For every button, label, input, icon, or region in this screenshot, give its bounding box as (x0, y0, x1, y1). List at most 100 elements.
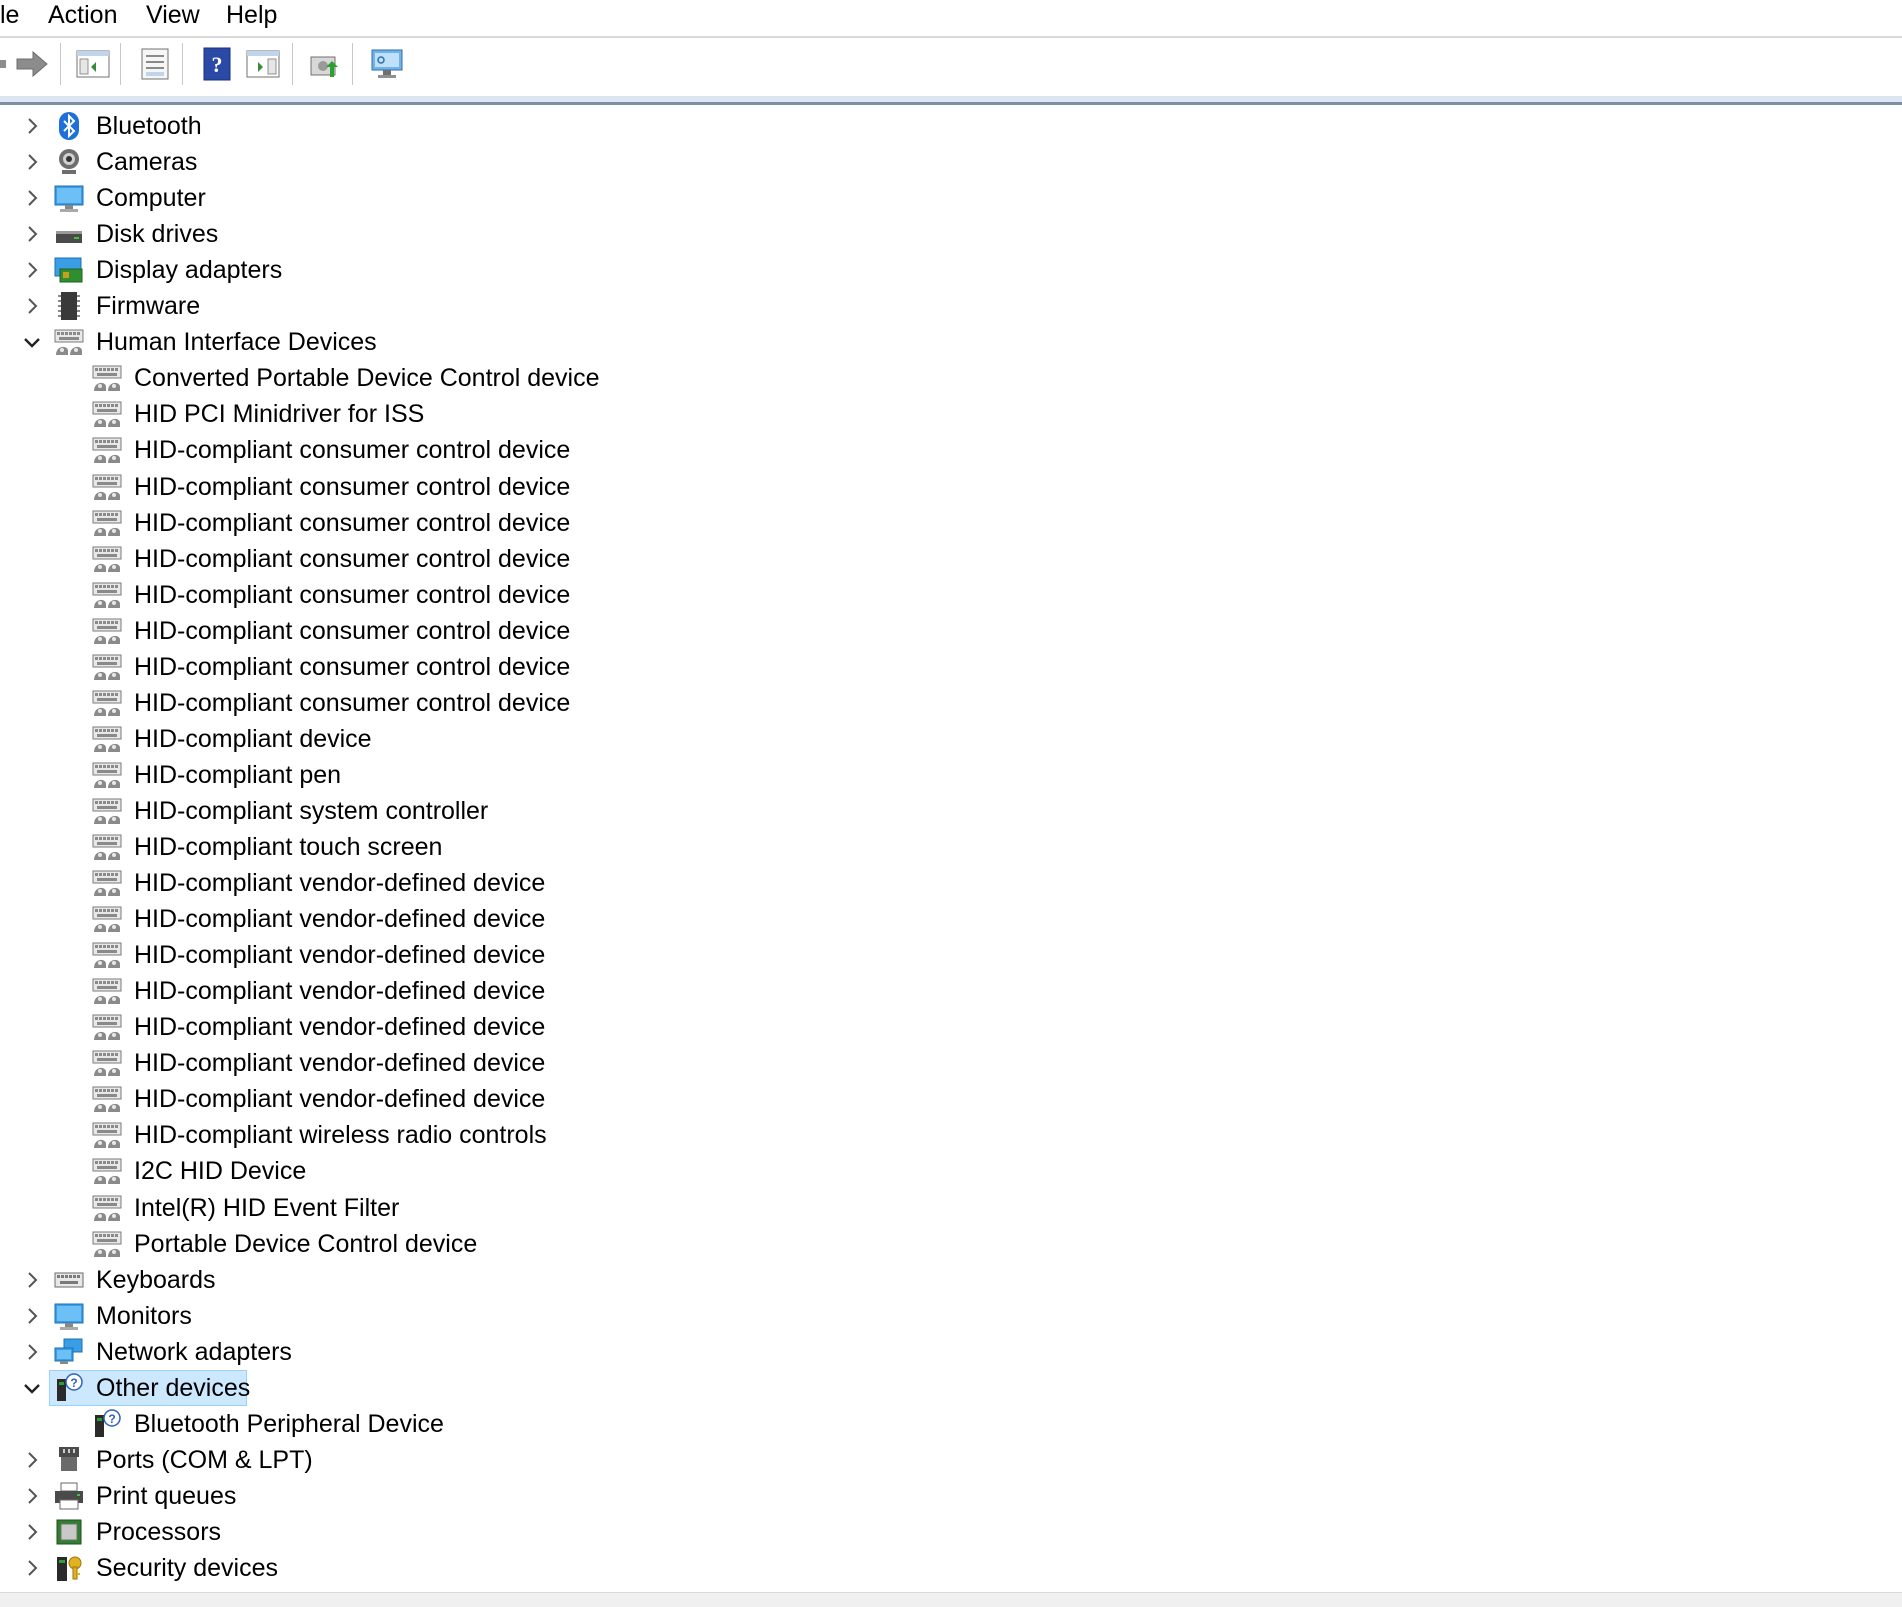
menu-help[interactable]: Help (226, 0, 277, 34)
show-hide-console-tree-icon[interactable] (72, 43, 114, 85)
tree-device[interactable]: HID-compliant consumer control device (0, 432, 1902, 468)
tree-device[interactable]: HID-compliant consumer control device (0, 541, 1902, 577)
tree-device[interactable]: HID-compliant device (0, 721, 1902, 757)
tree-item-label: Firmware (96, 292, 201, 320)
tree-device[interactable]: Intel(R) HID Event Filter (0, 1190, 1902, 1226)
tree-category[interactable]: ? Other devices (0, 1370, 1902, 1406)
tree-device[interactable]: Converted Portable Device Control device (0, 360, 1902, 396)
chevron-right-icon[interactable] (20, 1556, 44, 1580)
tree-device[interactable]: HID-compliant vendor-defined device (0, 1081, 1902, 1117)
tree-item-label: HID-compliant consumer control device (134, 617, 571, 645)
menu-bar: le Action View Help (0, 0, 1902, 38)
hid-icon (92, 616, 122, 646)
tree-category[interactable]: Computer (0, 180, 1902, 216)
update-driver-icon[interactable] (304, 43, 346, 85)
tree-item-label: HID-compliant vendor-defined device (134, 941, 546, 969)
chevron-right-icon[interactable] (20, 294, 44, 318)
status-bar (0, 1592, 1902, 1607)
tree-device[interactable]: HID-compliant consumer control device (0, 613, 1902, 649)
tree-device[interactable]: HID-compliant vendor-defined device (0, 865, 1902, 901)
chevron-right-icon[interactable] (20, 114, 44, 138)
tree-item-label: HID PCI Minidriver for ISS (134, 400, 425, 428)
tree-item-label: HID-compliant vendor-defined device (134, 1013, 546, 1041)
tree-device[interactable]: HID-compliant consumer control device (0, 505, 1902, 541)
tree-device[interactable]: HID-compliant touch screen (0, 829, 1902, 865)
tree-device[interactable]: ? Bluetooth Peripheral Device (0, 1406, 1902, 1442)
svg-text:?: ? (70, 1376, 77, 1390)
tree-device[interactable]: HID-compliant consumer control device (0, 685, 1902, 721)
chevron-right-icon[interactable] (20, 1520, 44, 1544)
chevron-right-icon[interactable] (20, 150, 44, 174)
tree-item-label: Security devices (96, 1554, 279, 1582)
hid-icon (92, 1120, 122, 1150)
hid-icon (92, 976, 122, 1006)
tree-item-label: Portable Device Control device (134, 1230, 478, 1258)
printer-icon (54, 1481, 84, 1511)
scan-hardware-icon[interactable] (366, 43, 408, 85)
tree-item-label: HID-compliant consumer control device (134, 436, 571, 464)
tree-device[interactable]: HID-compliant system controller (0, 793, 1902, 829)
help-icon[interactable]: ? (196, 43, 238, 85)
hid-icon (92, 1229, 122, 1259)
tree-item-label: Processors (96, 1518, 222, 1546)
tree-device[interactable]: HID-compliant vendor-defined device (0, 973, 1902, 1009)
unknown-device-icon: ? (54, 1373, 84, 1403)
firmware-icon (54, 291, 84, 321)
tree-item-label: Keyboards (96, 1266, 216, 1294)
tree-device[interactable]: I2C HID Device (0, 1153, 1902, 1189)
tree-category[interactable]: Disk drives (0, 216, 1902, 252)
tree-category[interactable]: Monitors (0, 1298, 1902, 1334)
chevron-right-icon[interactable] (20, 186, 44, 210)
tree-device[interactable]: HID-compliant wireless radio controls (0, 1117, 1902, 1153)
tree-category[interactable]: Ports (COM & LPT) (0, 1442, 1902, 1478)
tree-device[interactable]: HID-compliant pen (0, 757, 1902, 793)
chevron-right-icon[interactable] (20, 1448, 44, 1472)
tree-category[interactable]: Display adapters (0, 252, 1902, 288)
tree-item-label: HID-compliant consumer control device (134, 653, 571, 681)
tree-category[interactable]: Human Interface Devices (0, 324, 1902, 360)
tree-item-label: HID-compliant consumer control device (134, 581, 571, 609)
tree-category[interactable]: Security devices (0, 1550, 1902, 1586)
forward-arrow-icon[interactable] (12, 43, 54, 85)
chevron-right-icon[interactable] (20, 1340, 44, 1364)
tree-device[interactable]: HID-compliant consumer control device (0, 469, 1902, 505)
action-pane-icon[interactable] (242, 43, 284, 85)
hid-icon (54, 327, 84, 357)
chevron-right-icon[interactable] (20, 1304, 44, 1328)
hid-icon (92, 435, 122, 465)
tree-category[interactable]: Processors (0, 1514, 1902, 1550)
menu-view[interactable]: View (146, 0, 200, 34)
menu-file[interactable]: le (0, 0, 19, 34)
tree-category[interactable]: Print queues (0, 1478, 1902, 1514)
tree-device[interactable]: HID-compliant consumer control device (0, 577, 1902, 613)
tree-device[interactable]: HID-compliant vendor-defined device (0, 937, 1902, 973)
menu-action[interactable]: Action (48, 0, 117, 34)
tree-device[interactable]: Portable Device Control device (0, 1226, 1902, 1262)
tree-category[interactable]: Firmware (0, 288, 1902, 324)
tree-item-label: Disk drives (96, 220, 219, 248)
chevron-down-icon[interactable] (20, 330, 44, 354)
tree-device[interactable]: HID-compliant consumer control device (0, 649, 1902, 685)
hid-icon (92, 399, 122, 429)
tree-device[interactable]: HID-compliant vendor-defined device (0, 901, 1902, 937)
tree-category[interactable]: Bluetooth (0, 108, 1902, 144)
chevron-right-icon[interactable] (20, 258, 44, 282)
tree-device[interactable]: HID-compliant vendor-defined device (0, 1045, 1902, 1081)
tree-item-label: HID-compliant wireless radio controls (134, 1121, 547, 1149)
chevron-right-icon[interactable] (20, 222, 44, 246)
tree-category[interactable]: Keyboards (0, 1262, 1902, 1298)
chevron-right-icon[interactable] (20, 1268, 44, 1292)
tree-device[interactable]: HID-compliant vendor-defined device (0, 1009, 1902, 1045)
hid-icon (92, 760, 122, 790)
monitor-icon (54, 1301, 84, 1331)
tree-category[interactable]: Network adapters (0, 1334, 1902, 1370)
tree-item-label: HID-compliant touch screen (134, 833, 443, 861)
tree-item-label: HID-compliant pen (134, 761, 342, 789)
chevron-right-icon[interactable] (20, 1484, 44, 1508)
hid-icon (92, 904, 122, 934)
tree-category[interactable]: Cameras (0, 144, 1902, 180)
chevron-down-icon[interactable] (20, 1376, 44, 1400)
properties-icon[interactable] (134, 43, 176, 85)
tree-device[interactable]: HID PCI Minidriver for ISS (0, 396, 1902, 432)
hid-icon (92, 652, 122, 682)
